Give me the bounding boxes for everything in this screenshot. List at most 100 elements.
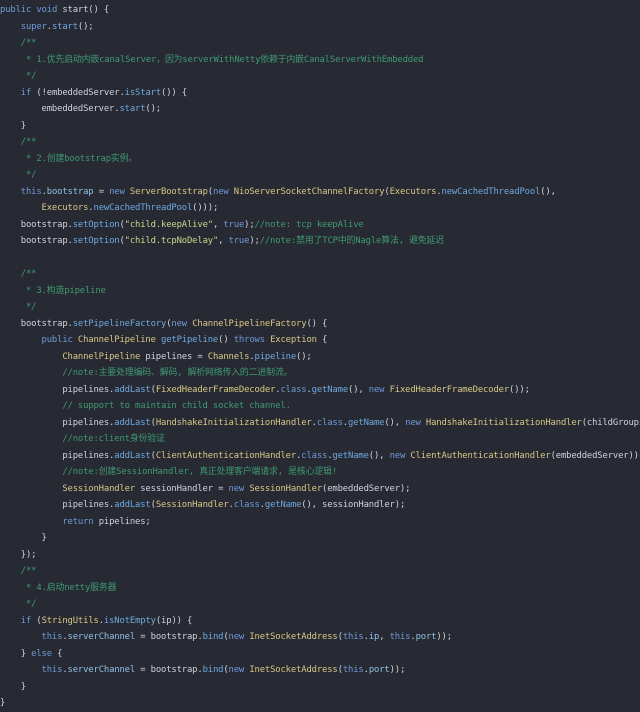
code-token: isStart bbox=[124, 87, 162, 98]
code-token: new bbox=[228, 632, 250, 642]
code-token: //note:client身份验证 bbox=[0, 434, 165, 444]
code-token: newCachedThreadPool bbox=[441, 186, 541, 197]
code-token: //note: tcp keepAlive bbox=[254, 219, 364, 230]
code-token: class bbox=[301, 450, 328, 461]
code-line: pipelines.addLast(SessionHandler.class.g… bbox=[0, 497, 640, 514]
code-token: Executors bbox=[389, 186, 437, 197]
code-token: bind bbox=[202, 632, 224, 642]
code-token: start bbox=[51, 21, 78, 32]
code-token: * 3.构造pipeline bbox=[0, 285, 106, 296]
code-token: (), bbox=[368, 450, 390, 461]
code-token: (), bbox=[384, 417, 406, 428]
code-token: pipelines. bbox=[0, 450, 115, 461]
code-token: newCachedThreadPool bbox=[93, 203, 193, 213]
code-token: bootstrap. bbox=[0, 236, 73, 246]
code-line: } bbox=[0, 118, 640, 135]
code-token: super bbox=[20, 21, 47, 32]
code-token: } bbox=[0, 648, 32, 659]
code-token: public bbox=[0, 5, 37, 15]
code-token: }); bbox=[0, 549, 37, 560]
code-token: this bbox=[389, 632, 411, 642]
code-token: this bbox=[20, 186, 42, 197]
code-token: isNotEmpty bbox=[103, 615, 156, 626]
code-token: Exception bbox=[270, 335, 317, 345]
code-line: pipelines.addLast(HandshakeInitializatio… bbox=[0, 415, 640, 432]
code-token: * 1.优先启动内嵌canalServer，因为serverWithNetty依… bbox=[0, 54, 424, 65]
code-token: start() { bbox=[62, 5, 110, 15]
code-token: pipelines. bbox=[0, 417, 115, 428]
code-token: class bbox=[280, 384, 307, 395]
code-token: (ip)) { bbox=[155, 615, 193, 626]
code-line: Executors.newCachedThreadPool())); bbox=[0, 200, 640, 217]
code-token: StringUtils bbox=[41, 615, 99, 626]
code-editor[interactable]: public void start() { super.start(); /**… bbox=[0, 0, 640, 708]
code-token: } bbox=[0, 120, 26, 131]
code-token: (), bbox=[348, 384, 369, 395]
code-line: this.serverChannel = bootstrap.bind(new … bbox=[0, 662, 640, 679]
code-line: if (!embeddedServer.isStart()) { bbox=[0, 85, 640, 102]
code-line: bootstrap.setOption("child.keepAlive", t… bbox=[0, 217, 640, 234]
code-token: this bbox=[41, 632, 63, 642]
code-token: FixedHeaderFrameDecoder bbox=[389, 384, 510, 395]
code-token: bootstrap bbox=[46, 186, 94, 197]
code-line: // support to maintain child socket chan… bbox=[0, 398, 640, 415]
code-token: sessionHandler = bbox=[140, 483, 229, 494]
code-line: } bbox=[0, 679, 640, 696]
code-token: setPipelineFactory bbox=[72, 318, 167, 329]
code-line: /** bbox=[0, 134, 640, 151]
code-line: //note:创建SessionHandler, 真正处理客户端请求, 是核心逻… bbox=[0, 464, 640, 481]
code-token: addLast bbox=[114, 384, 151, 395]
code-token: = bootstrap. bbox=[135, 665, 203, 675]
code-token: ); bbox=[244, 219, 255, 230]
code-line: pipelines.addLast(FixedHeaderFrameDecode… bbox=[0, 382, 640, 399]
code-token: getName bbox=[311, 384, 349, 395]
code-token: InetSocketAddress bbox=[249, 665, 338, 675]
code-token: pipelines. bbox=[0, 384, 115, 395]
code-token: (childGroups)); bbox=[581, 417, 640, 428]
code-token: () { bbox=[306, 318, 328, 329]
code-token: { bbox=[57, 648, 63, 659]
code-token: (); bbox=[145, 104, 162, 114]
code-token: getPipeline bbox=[161, 335, 219, 345]
code-line: return pipelines; bbox=[0, 514, 640, 531]
code-token: SessionHandler bbox=[249, 483, 323, 494]
code-token: void bbox=[36, 5, 63, 15]
code-token: (embeddedServer); bbox=[322, 483, 411, 494]
code-token: new bbox=[368, 384, 390, 395]
code-token: "child.tcpNoDelay" bbox=[124, 236, 219, 246]
code-line: this.bootstrap = new ServerBootstrap(new… bbox=[0, 184, 640, 201]
code-token: ChannelPipeline bbox=[77, 335, 161, 345]
code-token: Executors bbox=[41, 203, 89, 213]
code-token: this bbox=[342, 665, 364, 675]
code-token: ServerBootstrap bbox=[129, 186, 208, 197]
code-token: else bbox=[31, 648, 58, 659]
code-token: // support to maintain child socket chan… bbox=[0, 401, 291, 411]
code-token: new bbox=[171, 318, 193, 329]
code-token: , bbox=[212, 219, 224, 230]
code-token: true bbox=[223, 219, 245, 230]
code-token: )); bbox=[436, 632, 452, 642]
code-line: public void start() { bbox=[0, 2, 640, 19]
code-token: ip bbox=[368, 632, 380, 642]
code-token: HandshakeInitializationHandler bbox=[425, 417, 582, 428]
code-token: addLast bbox=[114, 500, 151, 510]
code-token: pipelines = bbox=[145, 351, 208, 362]
code-token: new bbox=[109, 186, 130, 197]
code-token: this bbox=[342, 632, 364, 642]
code-line: } bbox=[0, 530, 640, 547]
code-line: */ bbox=[0, 167, 640, 184]
code-token: = bootstrap. bbox=[135, 632, 203, 642]
code-line: /** bbox=[0, 563, 640, 580]
code-token: /** bbox=[0, 269, 37, 279]
code-token: if bbox=[20, 87, 37, 98]
code-token: pipelines. bbox=[0, 500, 115, 510]
code-token: new bbox=[213, 186, 234, 197]
code-token: embeddedServer. bbox=[0, 104, 120, 114]
